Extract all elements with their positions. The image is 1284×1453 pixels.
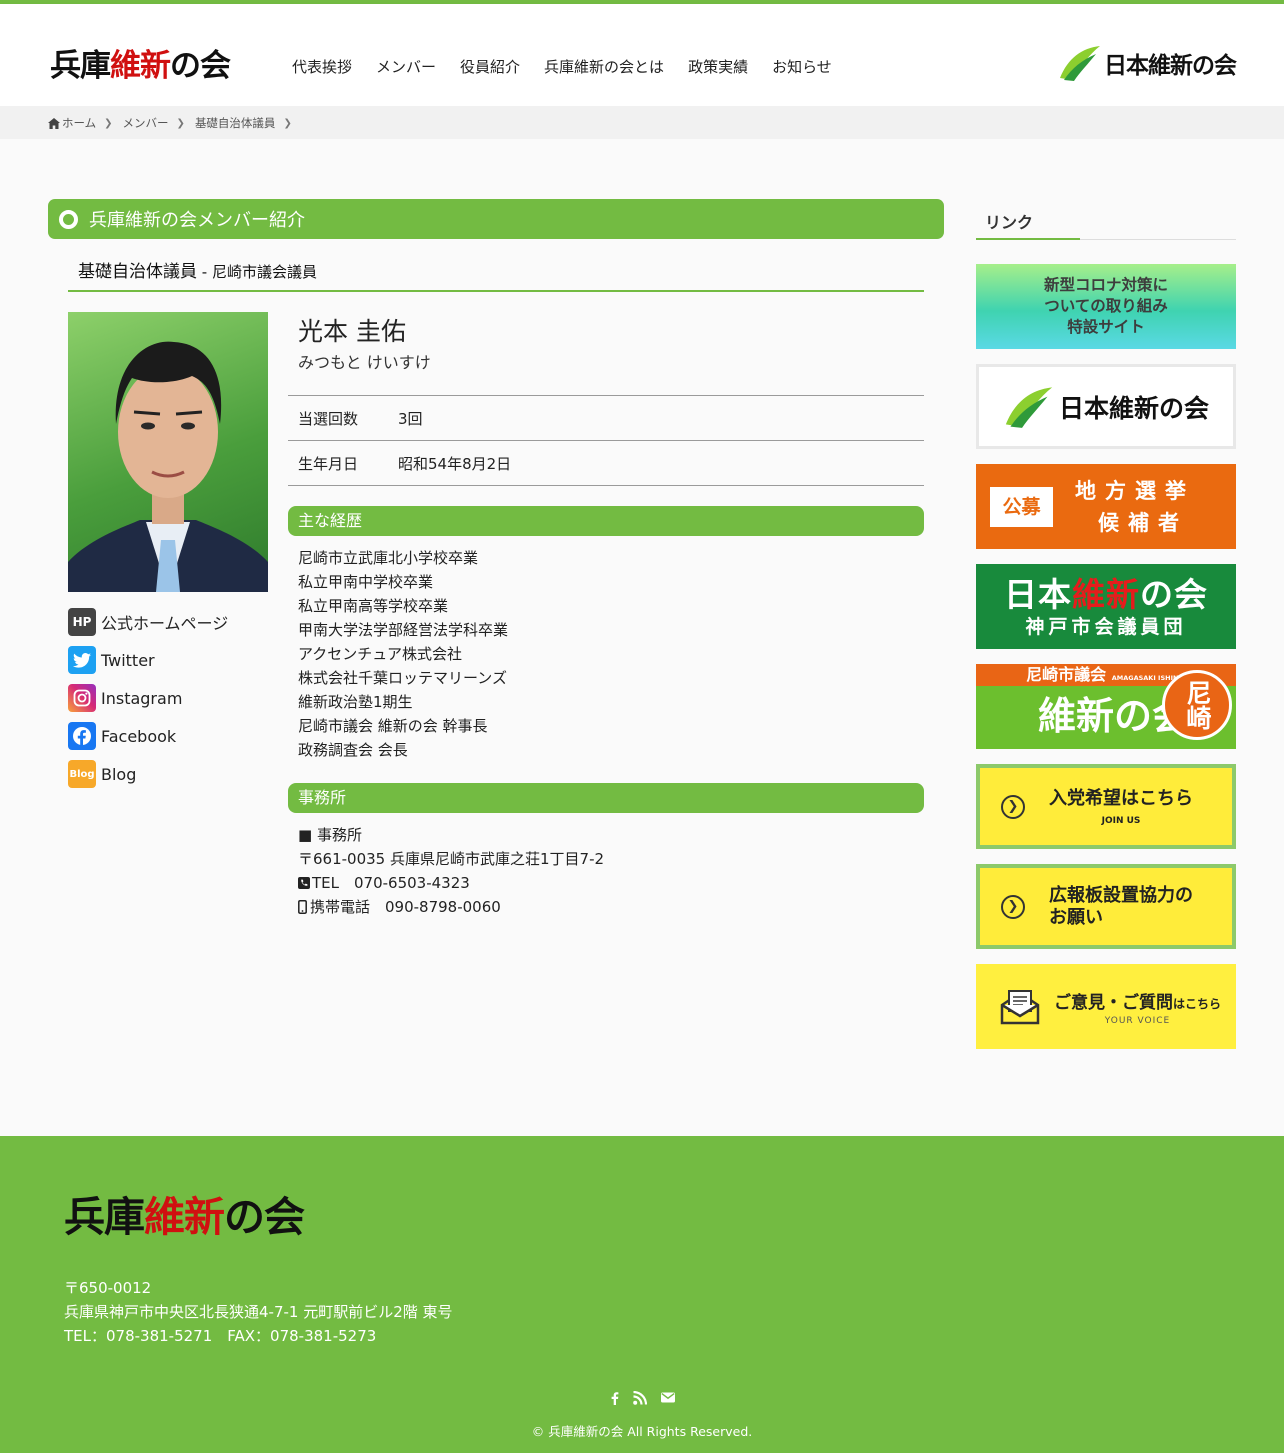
phone-icon bbox=[298, 877, 310, 889]
page-title-bar: 兵庫維新の会メンバー紹介 bbox=[48, 199, 944, 239]
career-item: 尼崎市議会 維新の会 幹事長 bbox=[298, 717, 488, 735]
career-item: 私立甲南高等学校卒業 bbox=[298, 597, 449, 615]
twitter-icon bbox=[68, 646, 96, 674]
office-mobile-row: 携帯電話 090-8798-0060 bbox=[298, 895, 924, 919]
career-item: 私立甲南中学校卒業 bbox=[298, 573, 434, 591]
career-item: 尼崎市立武庫北小学校卒業 bbox=[298, 549, 479, 567]
sns-blog-link[interactable]: Blog Blog bbox=[68, 760, 228, 788]
footer-social-icons bbox=[0, 1390, 1284, 1409]
chevron-right-icon: ❯ bbox=[283, 117, 292, 129]
info-row-elections: 当選回数 3回 bbox=[288, 396, 924, 441]
nippon-ishin-logo[interactable]: 日本維新の会 bbox=[1058, 44, 1237, 82]
bulletin-board-banner[interactable]: ❯ 広報板設置協力の お願い bbox=[976, 864, 1236, 949]
breadcrumb-category[interactable]: 基礎自治体議員 bbox=[195, 115, 276, 131]
sns-twitter-link[interactable]: Twitter bbox=[68, 646, 228, 674]
office-heading: 事務所 bbox=[288, 783, 924, 813]
global-nav: 代表挨拶 メンバー 役員紹介 兵庫維新の会とは 政策実績 お知らせ bbox=[280, 58, 844, 76]
nav-news[interactable]: お知らせ bbox=[760, 58, 844, 76]
ishin-leaf-icon bbox=[1005, 386, 1053, 428]
footer-logo[interactable]: 兵庫維新の会 bbox=[64, 1194, 305, 1240]
chevron-right-icon: ❯ bbox=[1001, 894, 1025, 919]
rss-icon[interactable] bbox=[632, 1390, 647, 1409]
member-name: 光本 圭佑 bbox=[298, 317, 406, 346]
career-item: 維新政治塾1期生 bbox=[298, 693, 413, 711]
ishin-leaf-icon bbox=[1060, 46, 1100, 81]
office-label: ■ 事務所 bbox=[298, 826, 362, 844]
site-logo[interactable]: 兵庫維新の会 bbox=[50, 48, 231, 84]
breadcrumb: ホーム ❯ メンバー ❯ 基礎自治体議員 ❯ bbox=[0, 106, 1284, 139]
member-profile: HP 公式ホームページ Twitter Instagram Facebook B… bbox=[68, 312, 924, 932]
mail-icon[interactable] bbox=[660, 1391, 675, 1409]
facebook-icon[interactable] bbox=[610, 1391, 619, 1409]
nav-officers[interactable]: 役員紹介 bbox=[448, 58, 532, 76]
site-header: 兵庫維新の会 代表挨拶 メンバー 役員紹介 兵庫維新の会とは 政策実績 お知らせ… bbox=[0, 4, 1284, 106]
nippon-ishin-banner[interactable]: 日本維新の会 bbox=[976, 364, 1236, 449]
sns-facebook-link[interactable]: Facebook bbox=[68, 722, 228, 750]
circle-icon bbox=[59, 209, 78, 229]
nav-members[interactable]: メンバー bbox=[364, 58, 448, 76]
page-title: 兵庫維新の会メンバー紹介 bbox=[89, 210, 305, 231]
member-category-heading: 基礎自治体議員 - 尼崎市議会議員 bbox=[68, 257, 924, 292]
breadcrumb-members[interactable]: メンバー bbox=[123, 115, 169, 131]
nav-policy[interactable]: 政策実績 bbox=[676, 58, 760, 76]
career-list: 尼崎市立武庫北小学校卒業 私立甲南中学校卒業 私立甲南高等学校卒業 甲南大学法学… bbox=[288, 536, 924, 762]
candidate-recruitment-banner[interactable]: 公募 地方選挙 候補者 bbox=[976, 464, 1236, 549]
sidebar: リンク 新型コロナ対策に ついての取り組み 特設サイト 日本維新の会 公募 地方… bbox=[976, 199, 1236, 1064]
instagram-icon bbox=[68, 684, 96, 712]
career-item: 甲南大学法学部経営法学科卒業 bbox=[298, 621, 509, 639]
office-info: ■ 事務所 〒661-0035 兵庫県尼崎市武庫之荘1丁目7-2 TEL 070… bbox=[288, 813, 924, 919]
member-details: 光本 圭佑 みつもと けいすけ 当選回数 3回 生年月日 昭和54年8月2日 主… bbox=[288, 312, 924, 919]
sns-homepage-link[interactable]: HP 公式ホームページ bbox=[68, 608, 228, 636]
blog-icon: Blog bbox=[68, 760, 96, 788]
join-party-banner[interactable]: ❯ 入党希望はこちら JOIN US bbox=[976, 764, 1236, 849]
homepage-icon: HP bbox=[68, 608, 96, 636]
career-heading: 主な経歴 bbox=[288, 506, 924, 536]
info-row-birthdate: 生年月日 昭和54年8月2日 bbox=[288, 441, 924, 486]
breadcrumb-home[interactable]: ホーム bbox=[62, 115, 96, 131]
chevron-right-icon: ❯ bbox=[176, 117, 185, 129]
nav-greeting[interactable]: 代表挨拶 bbox=[280, 58, 364, 76]
your-voice-banner[interactable]: ご意見・ご質問はこちら YOUR VOICE bbox=[976, 964, 1236, 1049]
envelope-icon bbox=[1000, 989, 1040, 1024]
member-kana: みつもと けいすけ bbox=[298, 353, 431, 372]
member-photo bbox=[68, 312, 268, 592]
info-table: 当選回数 3回 生年月日 昭和54年8月2日 bbox=[288, 395, 924, 486]
assembly-label: 尼崎市議会議員 bbox=[211, 263, 317, 281]
mobile-phone-icon bbox=[298, 900, 307, 914]
chevron-right-icon: ❯ bbox=[1001, 794, 1025, 819]
nav-about[interactable]: 兵庫維新の会とは bbox=[532, 58, 676, 76]
main-content: 兵庫維新の会メンバー紹介 基礎自治体議員 - 尼崎市議会議員 HP 公式ホームペ… bbox=[48, 199, 944, 932]
corona-site-banner[interactable]: 新型コロナ対策に ついての取り組み 特設サイト bbox=[976, 264, 1236, 349]
career-item: 株式会社千葉ロッテマリーンズ bbox=[298, 669, 507, 687]
chevron-right-icon: ❯ bbox=[104, 117, 113, 129]
sidebar-title: リンク bbox=[976, 199, 1236, 240]
amagasaki-council-banner[interactable]: 尼崎市議会 AMAGASAKI ISHINNOKAI 維新の会 尼崎 bbox=[976, 664, 1236, 749]
facebook-icon bbox=[68, 722, 96, 750]
category-label: 基礎自治体議員 bbox=[78, 262, 197, 282]
career-item: 政務調査会 会長 bbox=[298, 741, 408, 759]
home-icon bbox=[48, 117, 60, 129]
career-item: アクセンチュア株式会社 bbox=[298, 645, 462, 663]
office-tel-row: TEL 070-6503-4323 bbox=[298, 871, 924, 895]
sns-links: HP 公式ホームページ Twitter Instagram Facebook B… bbox=[68, 608, 228, 798]
office-address: 〒661-0035 兵庫県尼崎市武庫之荘1丁目7-2 bbox=[298, 850, 605, 868]
site-footer: 兵庫維新の会 〒650-0012 兵庫県神戸市中央区北長狭通4-7-1 元町駅前… bbox=[0, 1136, 1284, 1453]
footer-address: 〒650-0012 兵庫県神戸市中央区北長狭通4-7-1 元町駅前ビル2階 東号… bbox=[64, 1279, 453, 1345]
copyright: © 兵庫維新の会 All Rights Reserved. bbox=[531, 1424, 753, 1439]
kobe-council-banner[interactable]: 日本維新の会 神戸市会議員団 bbox=[976, 564, 1236, 649]
sns-instagram-link[interactable]: Instagram bbox=[68, 684, 228, 712]
